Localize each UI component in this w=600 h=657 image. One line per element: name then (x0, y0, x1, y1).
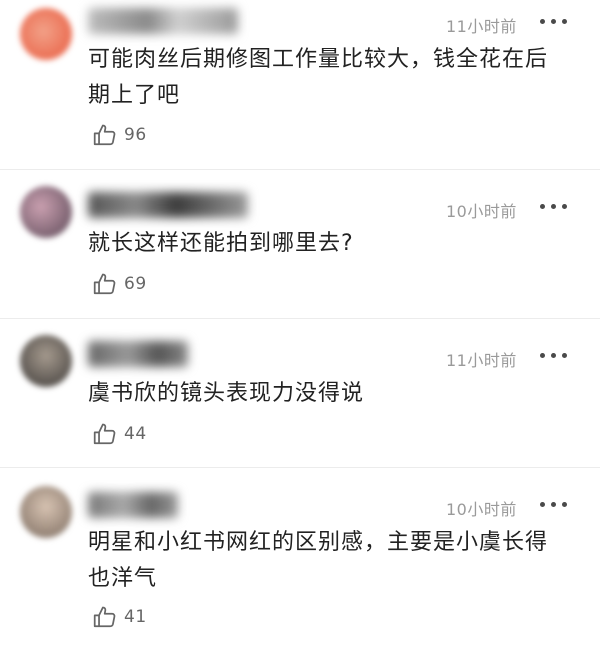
username[interactable] (88, 192, 248, 218)
comment-time: 11小时前 (446, 17, 517, 36)
comment-time: 10小时前 (446, 202, 517, 221)
avatar[interactable] (20, 8, 72, 60)
thumbs-up-icon (93, 606, 116, 628)
comment-text: 可能肉丝后期修图工作量比较大，钱全花在后期上了吧 (88, 47, 549, 108)
thumbs-up-icon (93, 273, 116, 295)
like-count: 44 (124, 424, 147, 444)
avatar[interactable] (20, 335, 72, 387)
like-count: 96 (124, 125, 147, 145)
username[interactable] (88, 8, 238, 34)
more-options-icon[interactable] (539, 12, 569, 32)
comment-item: 11小时前 可能肉丝后期修图工作量比较大，钱全花在后期上了吧 96 (0, 0, 600, 170)
comment-item: 11小时前 虞书欣的镜头表现力没得说 44 (0, 319, 600, 467)
avatar[interactable] (20, 486, 72, 538)
avatar[interactable] (20, 186, 72, 238)
comment-feed: 11小时前 可能肉丝后期修图工作量比较大，钱全花在后期上了吧 96 10小时前 … (0, 0, 600, 657)
comment-text: 明星和小红书网红的区别感，主要是小虞长得也洋气 (88, 530, 549, 591)
more-options-icon[interactable] (539, 197, 569, 217)
more-options-icon[interactable] (539, 495, 569, 515)
comment-text: 虞书欣的镜头表现力没得说 (88, 381, 365, 406)
comment-time: 11小时前 (446, 351, 517, 370)
like-count: 41 (124, 607, 147, 627)
comment-time: 10小时前 (446, 500, 517, 519)
comment-item: 10小时前 就长这样还能拍到哪里去? 69 (0, 170, 600, 318)
username[interactable] (88, 341, 188, 367)
comment-text: 就长这样还能拍到哪里去? (88, 231, 354, 256)
thumbs-up-icon (93, 423, 116, 445)
thumbs-up-icon (93, 124, 116, 146)
more-options-icon[interactable] (539, 346, 569, 366)
like-count: 69 (124, 274, 147, 294)
comment-item: 10小时前 明星和小红书网红的区别感，主要是小虞长得也洋气 41 (0, 468, 600, 657)
username[interactable] (88, 492, 178, 518)
